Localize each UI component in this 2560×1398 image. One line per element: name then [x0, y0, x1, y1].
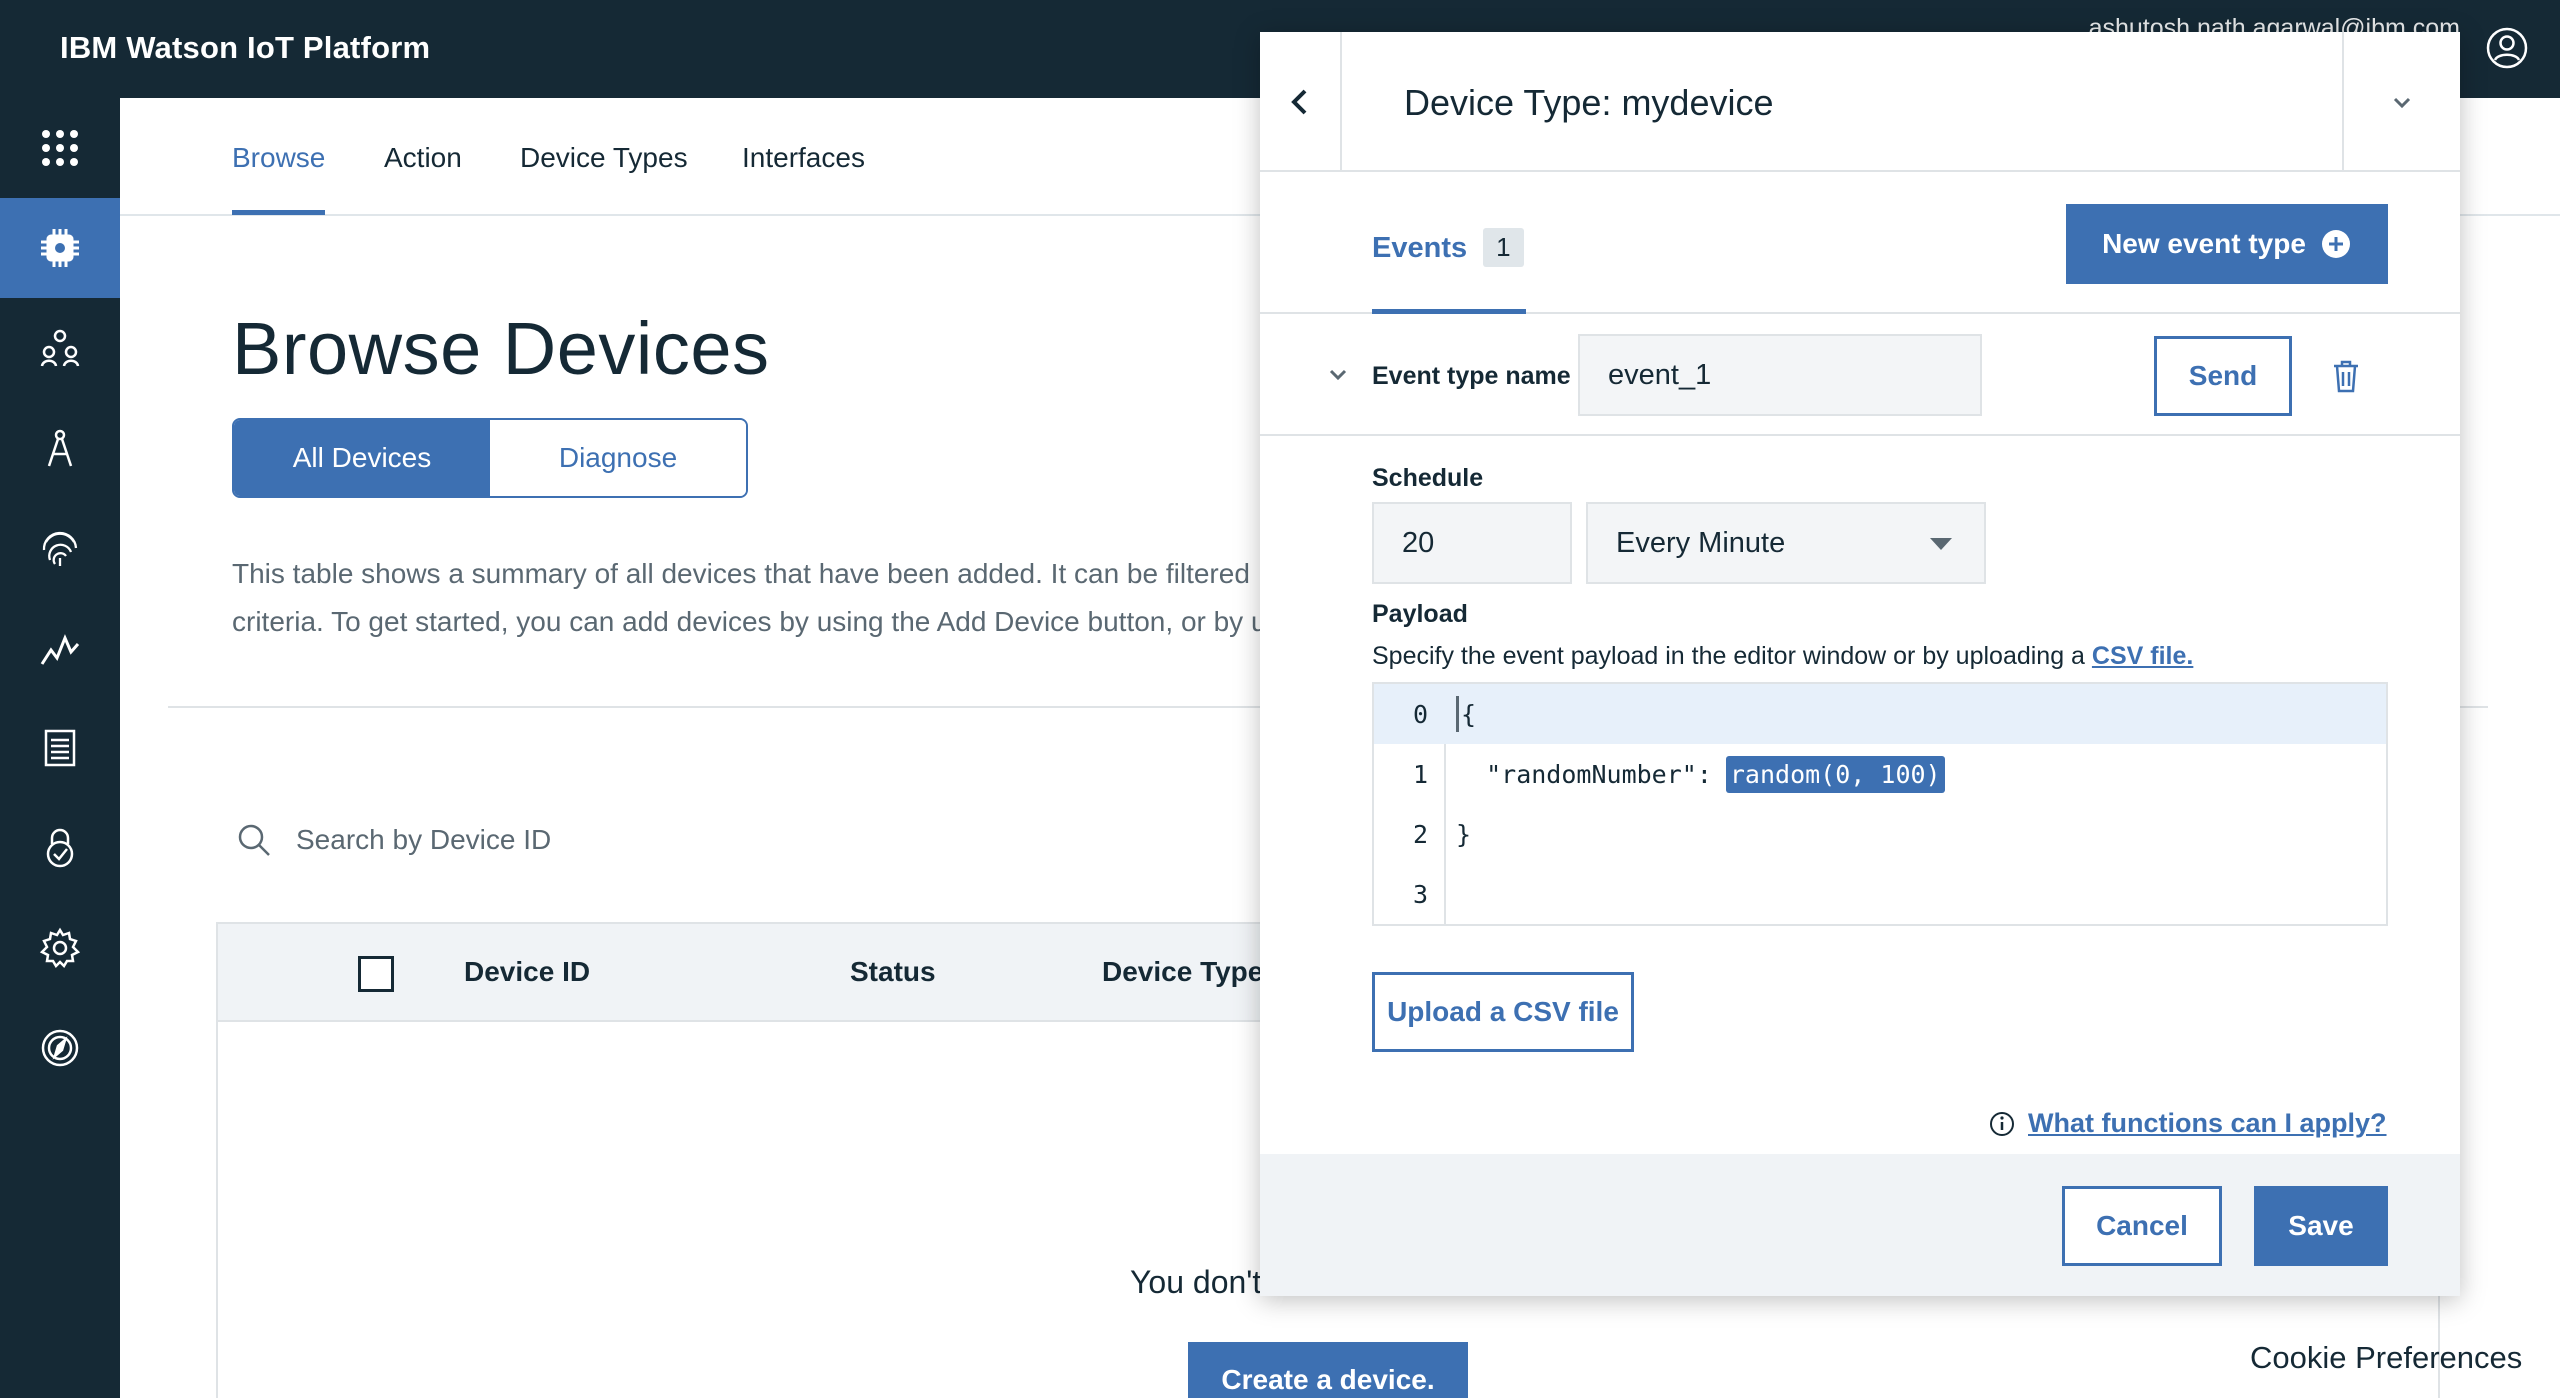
logs-icon[interactable]: [0, 698, 120, 798]
csv-file-link[interactable]: CSV file.: [2092, 642, 2193, 670]
tab-interfaces[interactable]: Interfaces: [742, 142, 865, 210]
members-icon[interactable]: [0, 298, 120, 398]
line-number: 3: [1412, 879, 1428, 909]
explore-icon[interactable]: [0, 998, 120, 1098]
back-button[interactable]: [1260, 32, 1342, 172]
payload-description: Specify the event payload in the editor …: [1372, 642, 2193, 671]
settings-icon[interactable]: [0, 898, 120, 998]
brand-title: IBM Watson IoT Platform: [60, 30, 431, 65]
chevron-down-icon[interactable]: [1324, 360, 1352, 388]
device-type-panel: Device Type: mydevice Events 1 New event…: [1260, 32, 2460, 1296]
chevron-left-icon: [1291, 89, 1307, 115]
schedule-interval-input[interactable]: [1372, 502, 1572, 584]
create-device-button[interactable]: Create a device.: [1188, 1342, 1468, 1398]
code-text-wrap: {: [1446, 696, 1476, 732]
payload-editor[interactable]: 0 { 1 "randomNumber": random(0, 100) 2 } …: [1372, 682, 2388, 926]
code-line: 1 "randomNumber": random(0, 100): [1374, 744, 2386, 804]
usage-chart-icon[interactable]: [0, 598, 120, 698]
schedule-frequency-select[interactable]: Every Minute: [1586, 502, 1986, 584]
line-number: 0: [1412, 699, 1428, 729]
tab-action[interactable]: Action: [384, 142, 462, 210]
upload-csv-button[interactable]: Upload a CSV file: [1372, 972, 1634, 1052]
page-title: Browse Devices: [232, 307, 770, 390]
diagnose-button[interactable]: Diagnose: [490, 420, 746, 496]
functions-help-link[interactable]: What functions can I apply?: [2028, 1108, 2387, 1139]
event-type-name-label: Event type name: [1372, 362, 1571, 390]
description-line-1: This table shows a summary of all device…: [232, 558, 1250, 589]
line-number: 2: [1412, 819, 1428, 849]
left-rail: [0, 98, 120, 1398]
tab-device-types[interactable]: Device Types: [520, 142, 688, 210]
chevron-down-icon: [2393, 97, 2411, 109]
add-circle-icon: [2321, 230, 2350, 258]
user-profile-icon[interactable]: [2486, 27, 2528, 69]
schedule-frequency-value: Every Minute: [1616, 526, 1786, 559]
event-type-name-input[interactable]: [1578, 334, 1982, 416]
payload-label: Payload: [1372, 600, 1468, 628]
code-text: {: [1461, 699, 1477, 729]
tab-events[interactable]: Events 1: [1372, 228, 1526, 314]
trash-icon[interactable]: [2328, 358, 2364, 394]
apps-compass-icon[interactable]: [0, 398, 120, 498]
event-row: Event type name Send: [1260, 314, 2460, 436]
tab-browse[interactable]: Browse: [232, 142, 326, 215]
save-button[interactable]: Save: [2254, 1186, 2388, 1266]
risk-lock-icon[interactable]: [0, 798, 120, 898]
new-event-type-button[interactable]: New event type: [2066, 204, 2388, 284]
events-tab-label: Events: [1372, 232, 1468, 264]
code-key: "randomNumber":: [1456, 759, 1712, 789]
code-text: }: [1456, 819, 1472, 849]
empty-state-text: You don't: [1130, 1264, 1262, 1300]
column-device-id[interactable]: Device ID: [464, 956, 590, 988]
send-button[interactable]: Send: [2154, 336, 2292, 416]
security-fingerprint-icon[interactable]: [0, 498, 120, 598]
panel-title: Device Type: mydevice: [1404, 82, 1774, 123]
code-line: 3: [1374, 864, 2386, 924]
search-input[interactable]: [296, 824, 896, 856]
info-icon: [1990, 1111, 2014, 1136]
collapse-button[interactable]: [2342, 32, 2460, 172]
code-text-wrap: "randomNumber": random(0, 100): [1446, 755, 1945, 793]
description-line-2: criteria. To get started, you can add de…: [232, 606, 1262, 637]
schedule-label: Schedule: [1372, 464, 1484, 492]
line-number: 1: [1412, 759, 1428, 789]
device-search: [236, 818, 896, 862]
caret-down-icon: [1930, 538, 1952, 550]
code-line: 2 }: [1374, 804, 2386, 864]
column-device-type[interactable]: Device Type: [1102, 956, 1263, 988]
panel-header: Device Type: mydevice: [1260, 32, 2460, 172]
text-cursor: [1456, 696, 1459, 732]
column-status[interactable]: Status: [850, 956, 936, 988]
panel-footer: Cancel Save: [1260, 1154, 2460, 1296]
cancel-button[interactable]: Cancel: [2062, 1186, 2222, 1266]
devices-icon[interactable]: [0, 198, 120, 298]
events-count-badge: 1: [1483, 228, 1524, 267]
select-all-checkbox[interactable]: [358, 956, 394, 992]
code-highlighted-function: random(0, 100): [1725, 755, 1945, 793]
code-line: 0 {: [1374, 684, 2386, 744]
payload-description-text: Specify the event payload in the editor …: [1372, 642, 2085, 670]
page-description: This table shows a summary of all device…: [232, 550, 1262, 646]
new-event-type-label: New event type: [2102, 228, 2306, 259]
search-icon: [238, 824, 270, 856]
help-functions: What functions can I apply?: [1988, 1108, 2387, 1139]
cookie-preferences-link[interactable]: Cookie Preferences: [2250, 1340, 2522, 1376]
device-view-toggle: All Devices Diagnose: [232, 418, 748, 498]
all-devices-button[interactable]: All Devices: [234, 420, 490, 496]
apps-icon[interactable]: [0, 98, 120, 198]
